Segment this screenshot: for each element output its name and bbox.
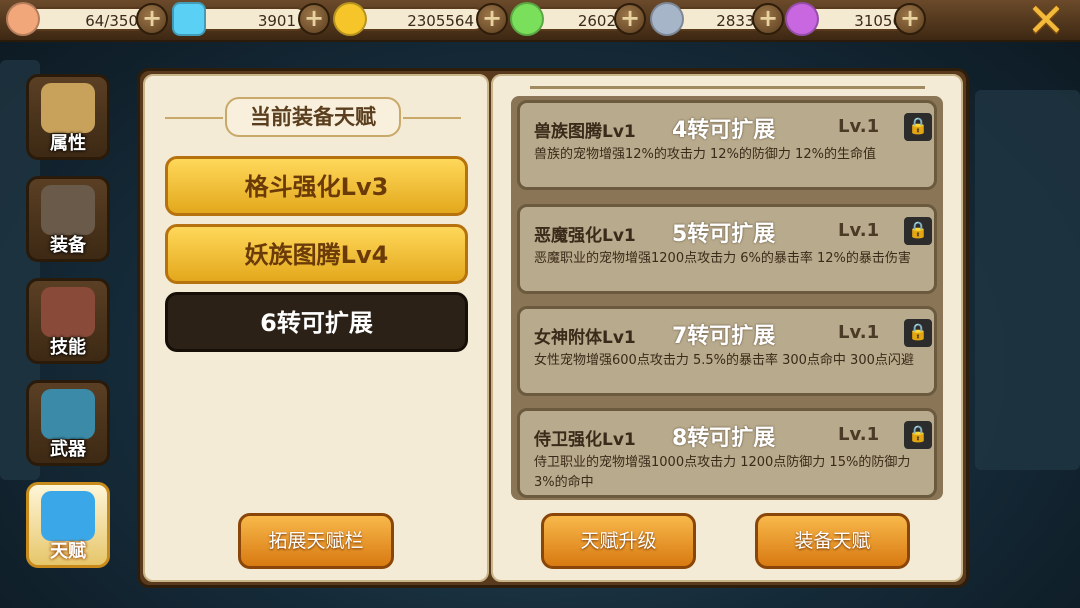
talent-requirement: 8转可扩展 [672, 426, 776, 451]
stamina-counter: 64/350 [24, 7, 150, 31]
talent-requirement: 4转可扩展 [672, 118, 776, 143]
lock-icon: 🔒 [902, 419, 934, 451]
talent-description: 女性宠物增强600点攻击力 5.5%的暴击率 300点命中 300点闪避 [534, 353, 914, 368]
diamond-icon [172, 2, 206, 36]
close-button[interactable]: ✕ [1022, 0, 1070, 43]
talent-card[interactable]: 女神附体Lv1 7转可扩展 Lv.1 🔒 女性宠物增强600点攻击力 5.5%的… [517, 306, 937, 396]
talent-level: Lv.1 [838, 322, 880, 343]
gold-coin-icon [333, 2, 367, 36]
talent-card[interactable]: 恶魔强化Lv1 5转可扩展 Lv.1 🔒 恶魔职业的宠物增强1200点攻击力 6… [517, 204, 937, 294]
tab-label: 天赋 [50, 541, 86, 562]
badge-icon [650, 2, 684, 36]
talent-requirement: 5转可扩展 [672, 222, 776, 247]
star-icon [785, 2, 819, 36]
add-gold-button[interactable]: + [476, 3, 508, 35]
add-lollipop-button[interactable]: + [614, 3, 646, 35]
tab-label: 技能 [50, 337, 86, 358]
lollipop-icon [510, 2, 544, 36]
talent-description: 侍卫职业的宠物增强1000点攻击力 1200点防御力 15%的防御力 3%的命中 [534, 455, 911, 490]
lock-icon: 🔒 [902, 215, 934, 247]
talent-slot-2[interactable]: 妖族图腾Lv4 [165, 224, 468, 284]
talent-level: Lv.1 [838, 220, 880, 241]
resource-bar: 64/350 + 3901 + 2305564 + 2602 + 28337 +… [0, 0, 1080, 43]
expand-talent-slot-button[interactable]: 拓展天赋栏 [238, 513, 394, 569]
talent-level: Lv.1 [838, 424, 880, 445]
tab-attributes[interactable]: 属性 [26, 74, 110, 160]
talent-card[interactable]: 兽族图腾Lv1 4转可扩展 Lv.1 🔒 兽族的宠物增强12%的攻击力 12%的… [517, 100, 937, 190]
tab-label: 武器 [50, 439, 86, 460]
talent-chart-icon [41, 491, 95, 541]
skill-book-icon [41, 287, 95, 337]
add-stamina-button[interactable]: + [136, 3, 168, 35]
talent-requirement: 7转可扩展 [672, 324, 776, 349]
tab-label: 装备 [50, 235, 86, 256]
talent-name: 恶魔强化Lv1 [534, 226, 636, 246]
talent-slot-1[interactable]: 格斗强化Lv3 [165, 156, 468, 216]
talent-name: 女神附体Lv1 [534, 328, 636, 348]
equip-talent-button[interactable]: 装备天赋 [755, 513, 910, 569]
divider [403, 117, 461, 119]
talent-level: Lv.1 [838, 116, 880, 137]
tab-skills[interactable]: 技能 [26, 278, 110, 364]
lock-icon: 🔒 [902, 111, 934, 143]
tab-equipment[interactable]: 装备 [26, 176, 110, 262]
upgrade-talent-button[interactable]: 天赋升级 [541, 513, 696, 569]
add-star-button[interactable]: + [894, 3, 926, 35]
equipped-talents-title: 当前装备天赋 [225, 97, 401, 137]
talent-name: 侍卫强化Lv1 [534, 430, 636, 450]
tab-talents[interactable]: 天赋 [26, 482, 110, 568]
add-badge-button[interactable]: + [752, 3, 784, 35]
bow-icon [41, 389, 95, 439]
scroll-icon [41, 83, 95, 133]
add-diamond-button[interactable]: + [298, 3, 330, 35]
talent-description: 兽族的宠物增强12%的攻击力 12%的防御力 12%的生命值 [534, 147, 876, 162]
tab-weapons[interactable]: 武器 [26, 380, 110, 466]
talent-name: 兽族图腾Lv1 [534, 122, 636, 142]
talent-description: 恶魔职业的宠物增强1200点攻击力 6%的暴击率 12%的暴击伤害 [534, 251, 911, 266]
tab-label: 属性 [50, 133, 86, 154]
lock-icon: 🔒 [902, 317, 934, 349]
talent-card[interactable]: 侍卫强化Lv1 8转可扩展 Lv.1 🔒 侍卫职业的宠物增强1000点攻击力 1… [517, 408, 937, 498]
background-scenery [975, 90, 1080, 470]
talent-slot-3-locked[interactable]: 6转可扩展 [165, 292, 468, 352]
helmet-icon [41, 185, 95, 235]
divider [165, 117, 223, 119]
ticket-icon [6, 2, 40, 36]
scroll-divider [530, 86, 925, 89]
